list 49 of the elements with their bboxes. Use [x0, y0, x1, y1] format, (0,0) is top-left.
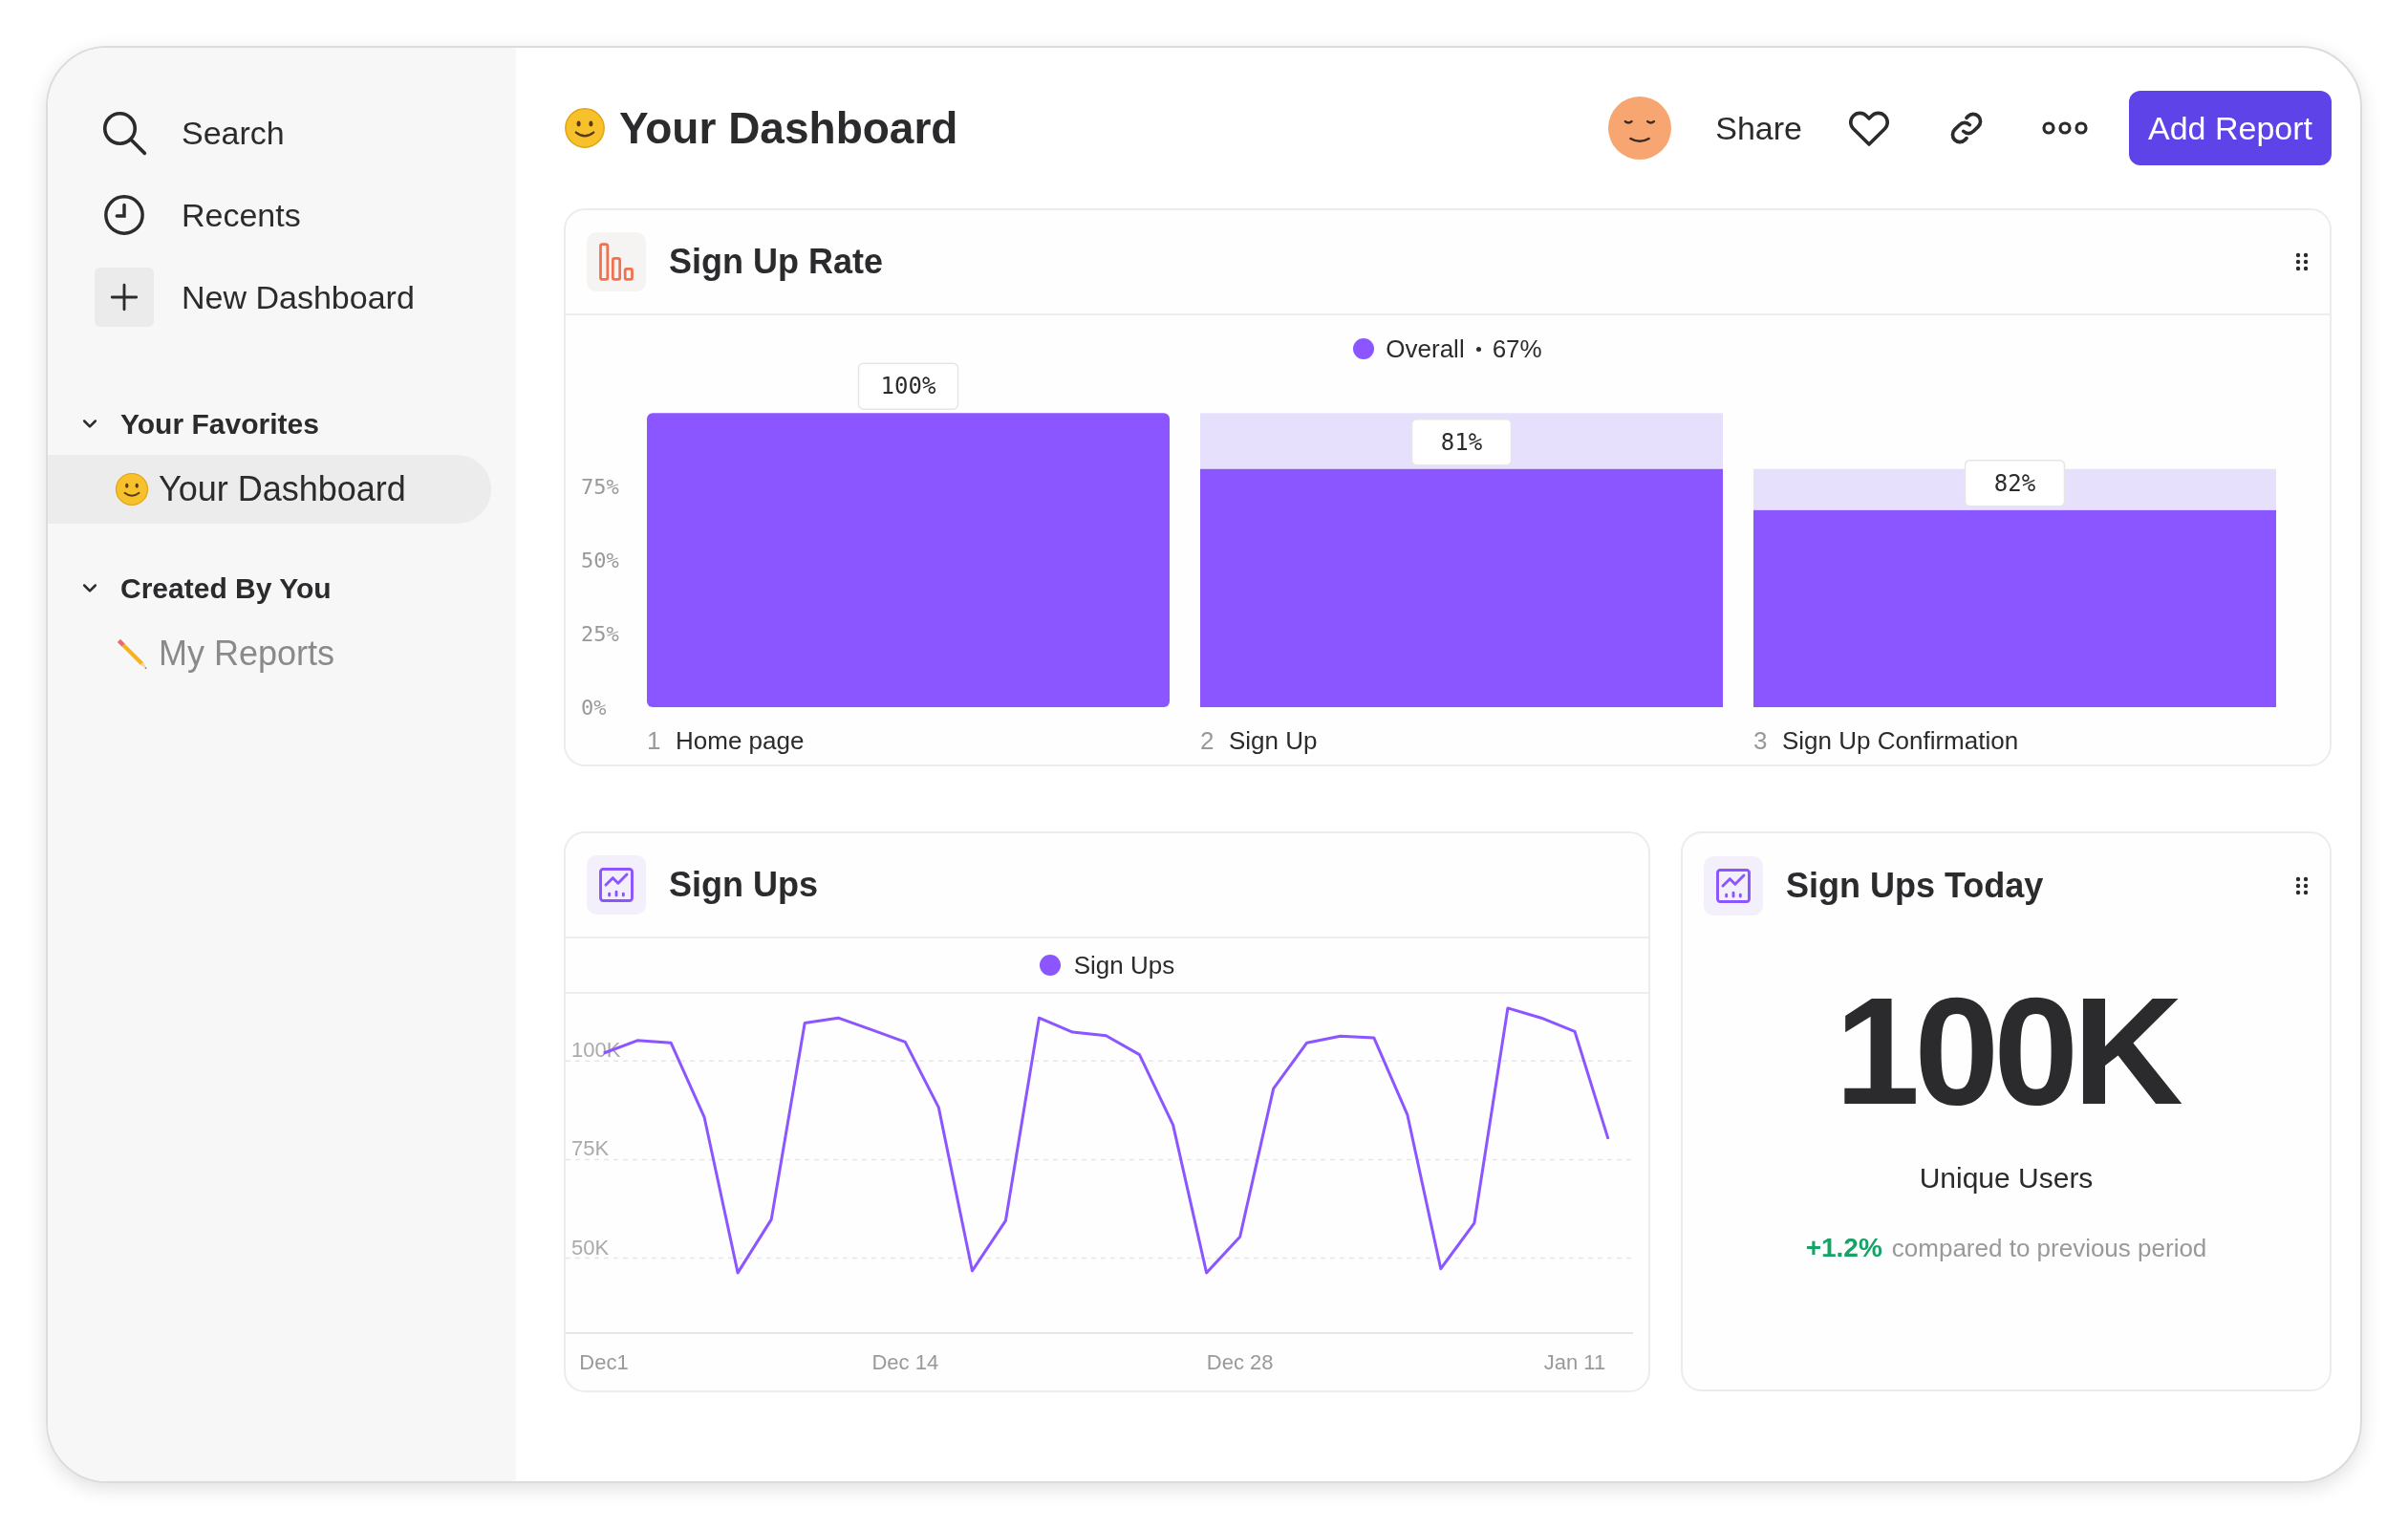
- legend-label: Sign Ups: [1073, 949, 1175, 981]
- card-title: Sign Up Rate: [669, 241, 884, 283]
- y-axis-label: 75K: [571, 1136, 610, 1161]
- drag-handle-icon[interactable]: [2295, 876, 2309, 895]
- sidebar-item[interactable]: Your Dashboard: [48, 455, 491, 524]
- value-label: 100%: [857, 362, 959, 411]
- legend-value: 67%: [1492, 333, 1542, 365]
- drag-handle-icon[interactable]: [2295, 252, 2309, 271]
- smiley-icon: [564, 107, 606, 149]
- share-button[interactable]: Share: [1715, 103, 1802, 153]
- step-label: Home page: [676, 726, 805, 755]
- section-heading[interactable]: Created By You: [120, 566, 332, 610]
- sidebar-nav-item[interactable]: Recents: [48, 174, 516, 256]
- value-label: 82%: [1964, 460, 2066, 507]
- step-number: 3: [1753, 726, 1768, 755]
- y-axis-label: 75%: [581, 475, 619, 500]
- x-axis-label: Dec1: [579, 1350, 629, 1374]
- sidebar-nav-item[interactable]: New Dashboard: [48, 256, 516, 338]
- legend-separator: [1475, 346, 1481, 352]
- y-axis-label: 50K: [571, 1235, 610, 1260]
- y-axis-label: 0%: [581, 696, 607, 720]
- x-axis-label: Jan 11: [1543, 1350, 1606, 1374]
- y-axis-label: 25%: [581, 622, 619, 647]
- legend-label: Overall: [1386, 333, 1465, 365]
- y-axis-label: 50%: [581, 549, 619, 573]
- step-label: Sign Up: [1229, 726, 1318, 755]
- page-title: Your Dashboard: [619, 101, 959, 155]
- comparison-text: compared to previous period: [1891, 1233, 2207, 1264]
- value-label: 81%: [1410, 419, 1513, 466]
- stat-value: 100K: [1834, 975, 2180, 1128]
- smiley-icon: [115, 472, 149, 506]
- line-chart-icon: [1704, 856, 1763, 915]
- avatar[interactable]: [1608, 97, 1672, 160]
- bar-chart-icon: [587, 232, 646, 291]
- step-number: 1: [647, 726, 661, 755]
- x-axis-label: Dec 28: [1206, 1350, 1274, 1374]
- line-chart-icon: [587, 855, 646, 915]
- clock-icon: [102, 193, 146, 237]
- x-axis-label: Dec 14: [871, 1350, 939, 1374]
- step-number: 2: [1200, 726, 1215, 755]
- card-title: Sign Ups: [669, 864, 819, 906]
- change-value: +1.2%: [1805, 1232, 1882, 1264]
- stat-label: Unique Users: [1918, 1161, 2095, 1195]
- plus-icon: [95, 268, 154, 327]
- card-title: Sign Ups Today: [1786, 865, 2045, 907]
- add-report-button[interactable]: Add Report: [2129, 91, 2332, 165]
- sidebar-nav-item[interactable]: Search: [48, 92, 516, 174]
- section-heading[interactable]: Your Favorites: [120, 401, 319, 445]
- step-label: Sign Up Confirmation: [1782, 726, 2019, 755]
